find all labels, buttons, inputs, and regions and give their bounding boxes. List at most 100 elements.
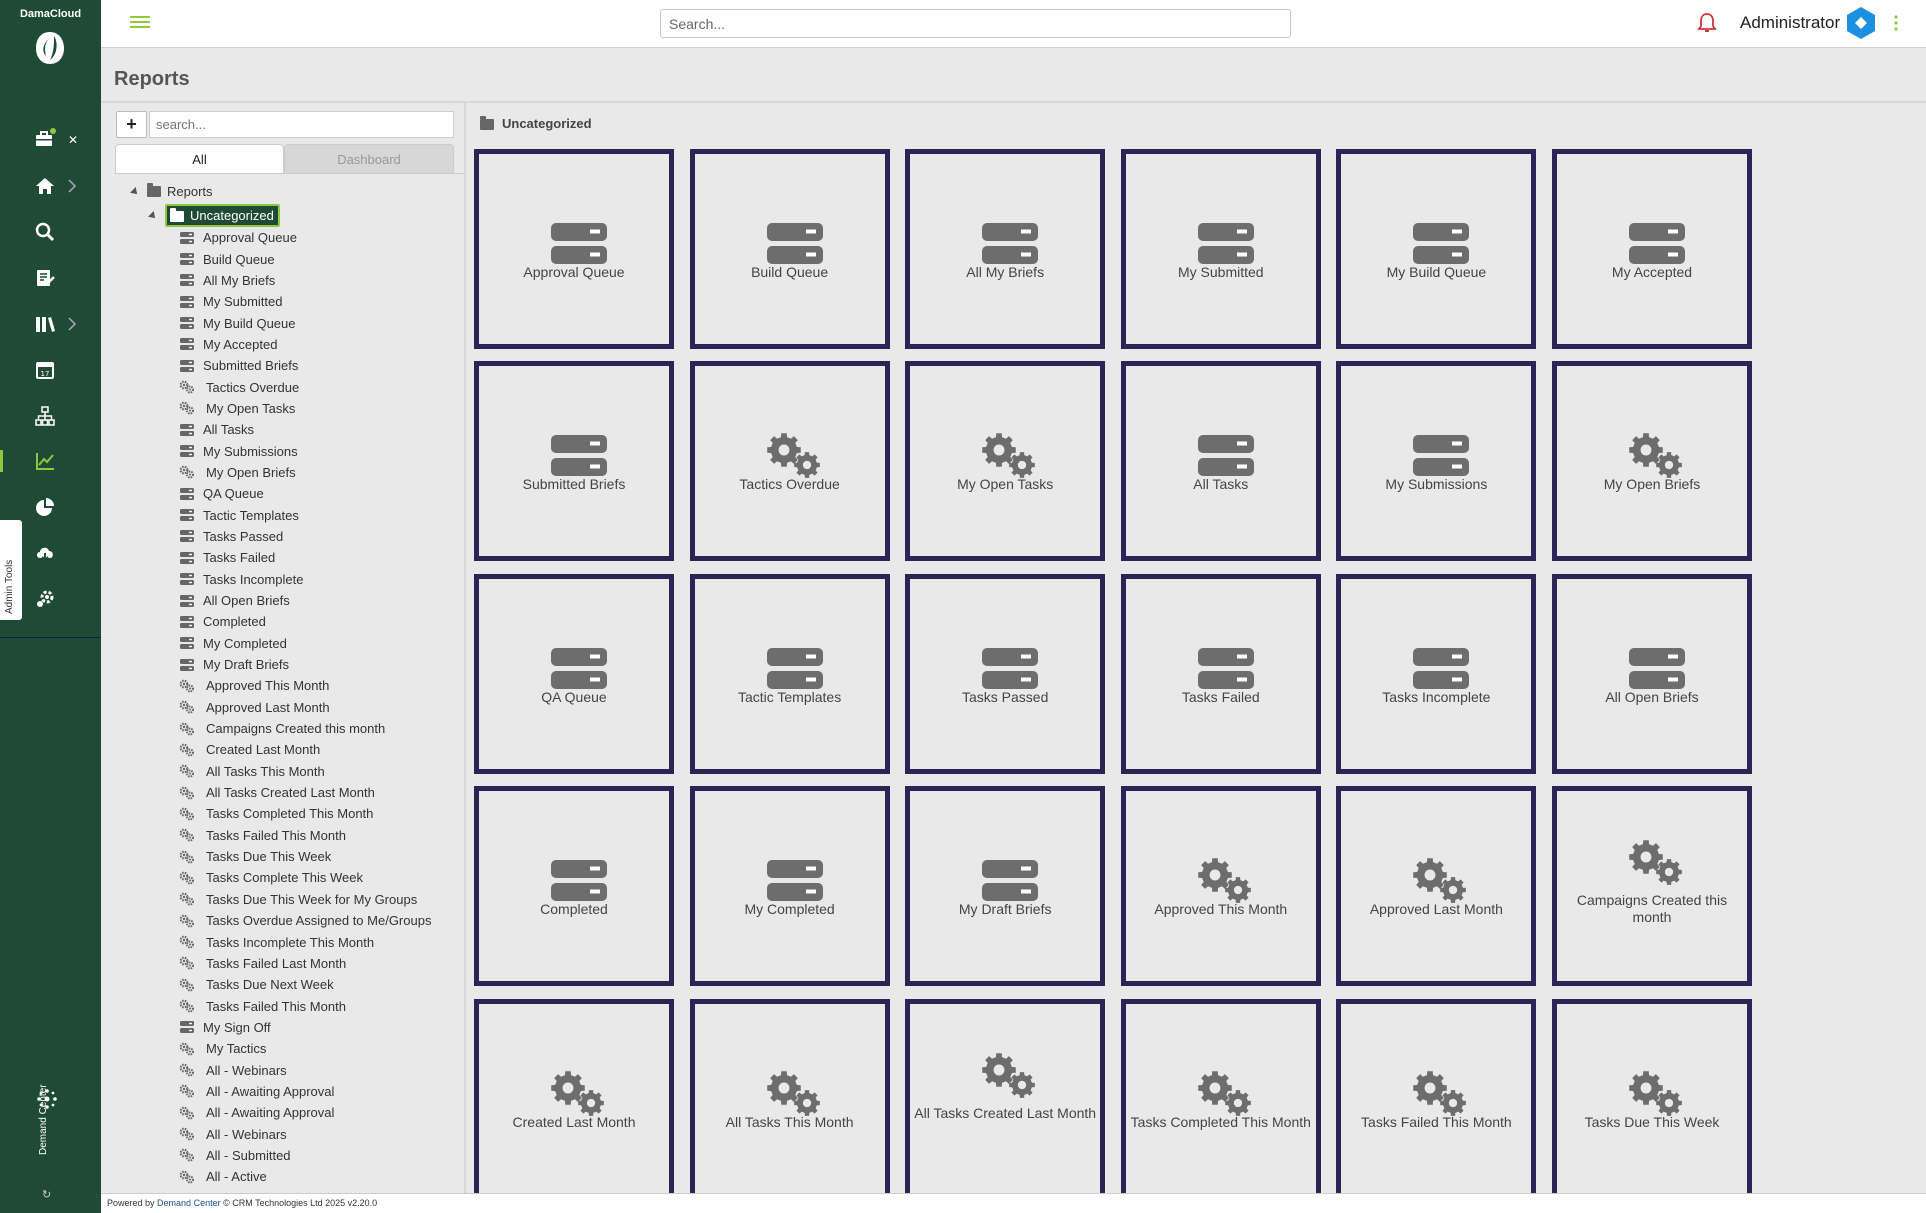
- tree-node-uncategorized[interactable]: Uncategorized: [148, 204, 280, 227]
- home-icon[interactable]: [34, 175, 56, 197]
- admin-tools-tab[interactable]: Admin Tools: [0, 520, 22, 620]
- report-card[interactable]: Submitted Briefs: [474, 361, 674, 562]
- tree-item[interactable]: My Submissions: [179, 440, 431, 461]
- report-card[interactable]: My Open Tasks: [905, 361, 1106, 562]
- tree-item[interactable]: Tasks Passed: [179, 526, 431, 547]
- tree-item[interactable]: Approval Queue: [179, 227, 431, 248]
- cloud-download-icon[interactable]: [34, 542, 56, 564]
- tree-item[interactable]: Campaigns Created this month: [179, 718, 431, 739]
- avatar[interactable]: [1845, 6, 1877, 40]
- tree-item[interactable]: All - Webinars: [179, 1123, 431, 1144]
- tree-item[interactable]: My Sign Off: [179, 1017, 431, 1038]
- tree-item[interactable]: Tasks Due This Week for My Groups: [179, 889, 431, 910]
- tree-item[interactable]: Tasks Complete This Week: [179, 867, 431, 888]
- tab-all[interactable]: All: [115, 144, 284, 174]
- report-card[interactable]: Tactics Overdue: [689, 361, 890, 562]
- tree-item[interactable]: Tactic Templates: [179, 504, 431, 525]
- report-card[interactable]: Tasks Failed: [1120, 573, 1321, 774]
- report-card[interactable]: Tactic Templates: [689, 573, 890, 774]
- report-card[interactable]: Created Last Month: [474, 998, 674, 1199]
- report-card[interactable]: All Open Briefs: [1552, 573, 1752, 774]
- tree-item[interactable]: Tasks Overdue Assigned to Me/Groups: [179, 910, 431, 931]
- hamburger-menu-icon[interactable]: [130, 14, 150, 30]
- footer-link[interactable]: Demand Center: [157, 1198, 221, 1208]
- tree-item[interactable]: All - Webinars: [179, 1059, 431, 1080]
- search-icon[interactable]: [34, 221, 56, 243]
- user-name[interactable]: Administrator: [1740, 13, 1840, 33]
- document-edit-icon[interactable]: [34, 267, 56, 289]
- report-card[interactable]: My Submitted: [1120, 149, 1321, 349]
- tree-item[interactable]: All Tasks: [179, 419, 431, 440]
- tab-dashboard[interactable]: Dashboard: [284, 144, 454, 174]
- tree-item[interactable]: All - Awaiting Approval: [179, 1081, 431, 1102]
- tree-item[interactable]: My Tactics: [179, 1038, 431, 1059]
- global-search-input[interactable]: [660, 9, 1291, 38]
- tree-item[interactable]: Tasks Incomplete: [179, 569, 431, 590]
- tree-item[interactable]: Tasks Due Next Week: [179, 974, 431, 995]
- tree-item[interactable]: Tasks Failed Last Month: [179, 953, 431, 974]
- report-card[interactable]: My Build Queue: [1336, 149, 1537, 349]
- pie-chart-icon[interactable]: [34, 496, 56, 518]
- expand-triangle-icon[interactable]: [130, 186, 140, 197]
- tree-item[interactable]: All - Active: [179, 1166, 431, 1187]
- tree-item[interactable]: All Tasks Created Last Month: [179, 782, 431, 803]
- tree-item[interactable]: My Completed: [179, 633, 431, 654]
- tree-item[interactable]: Submitted Briefs: [179, 355, 431, 376]
- kebab-menu-icon[interactable]: [1893, 13, 1899, 33]
- chevron-right-icon[interactable]: [66, 317, 78, 331]
- tree-item[interactable]: Created Last Month: [179, 739, 431, 760]
- report-card[interactable]: Tasks Incomplete: [1336, 573, 1537, 774]
- report-card[interactable]: My Open Briefs: [1552, 361, 1752, 562]
- tree-item[interactable]: My Accepted: [179, 334, 431, 355]
- report-card[interactable]: All Tasks: [1120, 361, 1321, 562]
- tree-item[interactable]: Tasks Incomplete This Month: [179, 931, 431, 952]
- report-card[interactable]: Approval Queue: [474, 149, 674, 349]
- report-card[interactable]: Tasks Passed: [905, 573, 1106, 774]
- tree-item[interactable]: My Open Briefs: [179, 462, 431, 483]
- library-icon[interactable]: [34, 313, 56, 335]
- add-report-button[interactable]: +: [116, 111, 147, 138]
- tree-item[interactable]: All - Awaiting Approval: [179, 1102, 431, 1123]
- report-card[interactable]: Approved Last Month: [1336, 786, 1537, 987]
- report-card[interactable]: Tasks Completed This Month: [1120, 998, 1321, 1199]
- report-card[interactable]: All Tasks This Month: [689, 998, 890, 1199]
- tree-item[interactable]: My Draft Briefs: [179, 654, 431, 675]
- tree-item[interactable]: My Submitted: [179, 291, 431, 312]
- reports-chart-icon[interactable]: [34, 450, 56, 472]
- selected-folder[interactable]: Uncategorized: [165, 204, 280, 227]
- tree-item[interactable]: Tasks Failed: [179, 547, 431, 568]
- tree-item[interactable]: Completed: [179, 611, 431, 632]
- expand-triangle-icon[interactable]: [148, 210, 158, 221]
- tree-item[interactable]: Tactics Overdue: [179, 376, 431, 397]
- settings-gears-icon[interactable]: [34, 588, 56, 610]
- report-card[interactable]: All Tasks Created Last Month: [905, 998, 1106, 1199]
- tree-item[interactable]: All Tasks This Month: [179, 761, 431, 782]
- refresh-icon[interactable]: ↻: [42, 1188, 51, 1201]
- tree-item[interactable]: Tasks Failed This Month: [179, 995, 431, 1016]
- tree-item[interactable]: All Open Briefs: [179, 590, 431, 611]
- report-card[interactable]: Tasks Due This Week: [1552, 998, 1752, 1199]
- report-card[interactable]: Approved This Month: [1120, 786, 1321, 987]
- calendar-icon[interactable]: 17: [34, 359, 56, 381]
- report-card[interactable]: Build Queue: [689, 149, 890, 349]
- report-card[interactable]: My Draft Briefs: [905, 786, 1106, 987]
- chevron-right-icon[interactable]: [66, 179, 78, 193]
- report-card[interactable]: Campaigns Created this month: [1552, 786, 1752, 987]
- tree-item[interactable]: All - Submitted: [179, 1145, 431, 1166]
- tree-item[interactable]: Build Queue: [179, 248, 431, 269]
- tree-item[interactable]: My Open Tasks: [179, 398, 431, 419]
- tree-item[interactable]: QA Queue: [179, 483, 431, 504]
- report-card[interactable]: QA Queue: [474, 573, 674, 774]
- report-card[interactable]: My Submissions: [1336, 361, 1537, 562]
- bell-icon[interactable]: [1697, 12, 1717, 34]
- report-card[interactable]: Completed: [474, 786, 674, 987]
- tree-item[interactable]: Tasks Failed This Month: [179, 825, 431, 846]
- tree-item[interactable]: Approved This Month: [179, 675, 431, 696]
- tree-node-reports[interactable]: Reports: [130, 183, 213, 201]
- briefcase-new-icon[interactable]: [34, 128, 56, 150]
- close-icon[interactable]: ✕: [68, 133, 78, 147]
- report-card[interactable]: All My Briefs: [905, 149, 1106, 349]
- report-card[interactable]: Tasks Failed This Month: [1336, 998, 1537, 1199]
- org-chart-icon[interactable]: [34, 405, 56, 427]
- report-card[interactable]: My Completed: [689, 786, 890, 987]
